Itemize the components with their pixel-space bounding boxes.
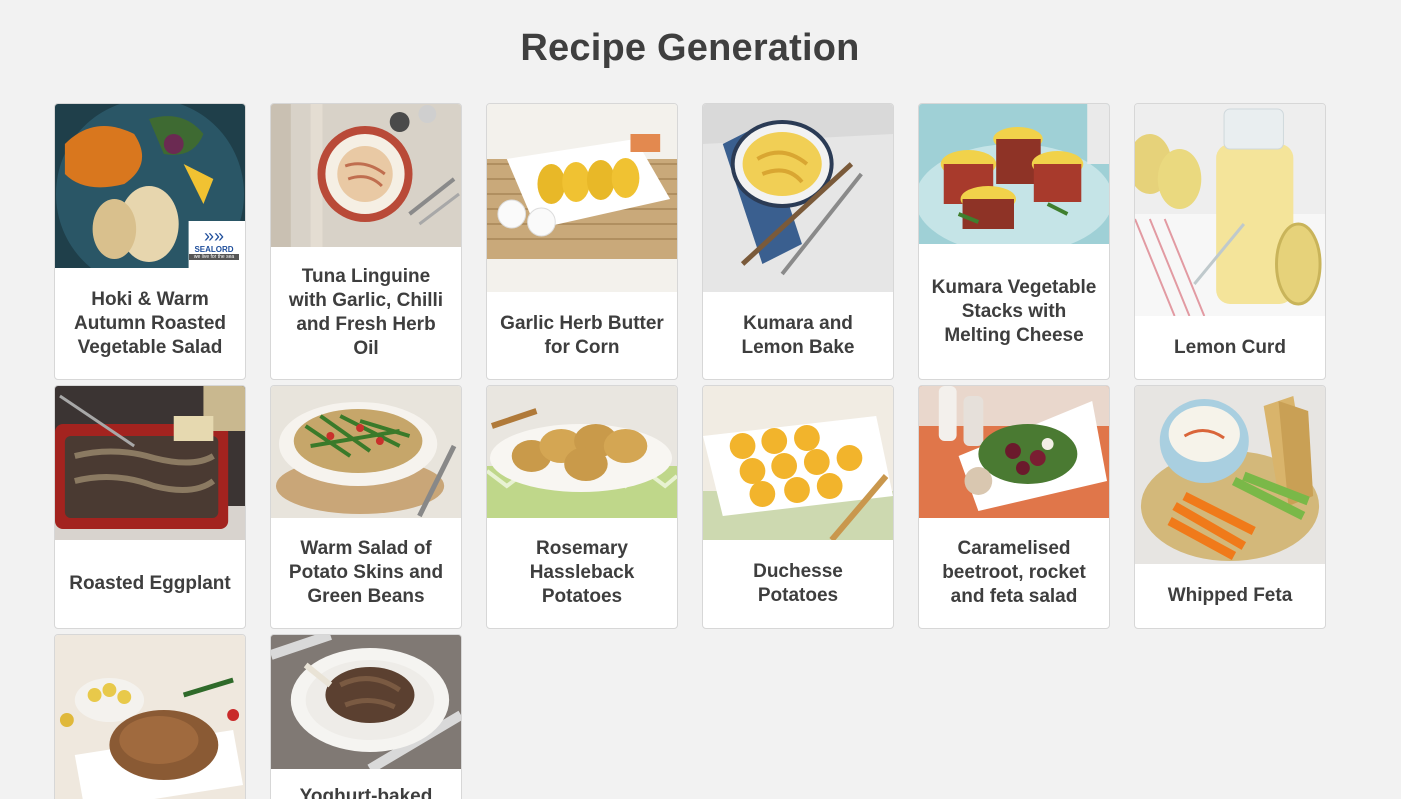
recipe-title: Hoki & Warm Autumn Roasted Vegetable Sal…	[74, 288, 226, 358]
recipe-card-yoghurt-baked[interactable]: Yoghurt-baked	[270, 634, 462, 799]
recipe-image	[487, 386, 677, 518]
recipe-grid: »» SEALORD we live for the sea Hoki & Wa…	[54, 103, 1326, 799]
recipe-card-rosemary-hassleback[interactable]: Rosemary Hassleback Potatoes	[486, 385, 678, 629]
recipe-title: Tuna Linguine with Garlic, Chilli and Fr…	[288, 266, 444, 359]
recipe-title: Rosemary Hassleback Potatoes	[529, 538, 635, 607]
page-title: Recipe Generation	[520, 27, 860, 69]
recipe-card-warm-salad-potato-skins[interactable]: Warm Salad of Potato Skins and Green Bea…	[270, 385, 462, 629]
recipe-image	[271, 386, 461, 518]
recipe-image	[487, 104, 677, 292]
recipe-image	[703, 104, 893, 292]
recipe-card-roasted-eggplant[interactable]: Roasted Eggplant	[54, 385, 246, 629]
recipe-title: Roasted Eggplant	[69, 573, 231, 594]
recipe-image	[703, 386, 893, 540]
recipe-title: Lemon Curd	[1174, 336, 1286, 358]
recipe-title: Yoghurt-baked	[299, 786, 433, 799]
recipe-title: Duchesse Potatoes	[753, 561, 843, 606]
recipe-image	[1135, 104, 1325, 316]
recipe-image: »» SEALORD we live for the sea	[55, 104, 245, 268]
recipe-image	[919, 104, 1109, 244]
recipe-image	[271, 104, 461, 247]
recipe-image	[55, 386, 245, 540]
chevrons-icon: »»	[203, 226, 225, 246]
recipe-card-roast-lamb[interactable]	[54, 634, 246, 799]
recipe-card-duchesse-potatoes[interactable]: Duchesse Potatoes	[702, 385, 894, 629]
recipe-card-garlic-herb-butter[interactable]: Garlic Herb Butter for Corn	[486, 103, 678, 380]
recipe-image	[55, 635, 245, 799]
recipe-card-whipped-feta[interactable]: Whipped Feta	[1134, 385, 1326, 629]
recipe-title: Kumara and Lemon Bake	[741, 312, 855, 358]
recipe-title: Whipped Feta	[1167, 585, 1293, 606]
recipe-image	[1135, 386, 1325, 564]
brand-logo: »» SEALORD we live for the sea	[189, 227, 239, 260]
recipe-card-caramelised-beetroot[interactable]: Caramelised beetroot, rocket and feta sa…	[918, 385, 1110, 629]
recipe-title: Kumara Vegetable Stacks with Melting Che…	[931, 276, 1097, 346]
recipe-title: Garlic Herb Butter for Corn	[500, 312, 664, 358]
recipe-image	[919, 386, 1109, 518]
recipe-title: Warm Salad of Potato Skins and Green Bea…	[288, 538, 444, 607]
recipe-card-lemon-curd[interactable]: Lemon Curd	[1134, 103, 1326, 380]
recipe-title: Caramelised beetroot, rocket and feta sa…	[942, 538, 1086, 607]
recipe-card-hoki[interactable]: »» SEALORD we live for the sea Hoki & Wa…	[54, 103, 246, 380]
recipe-image	[271, 635, 461, 769]
recipe-page: Recipe Generation »» SEALORD we live for…	[0, 0, 1401, 799]
recipe-card-kumara-vegetable-stacks[interactable]: Kumara Vegetable Stacks with Melting Che…	[918, 103, 1110, 380]
recipe-card-kumara-lemon-bake[interactable]: Kumara and Lemon Bake	[702, 103, 894, 380]
recipe-card-tuna-linguine[interactable]: Tuna Linguine with Garlic, Chilli and Fr…	[270, 103, 462, 380]
